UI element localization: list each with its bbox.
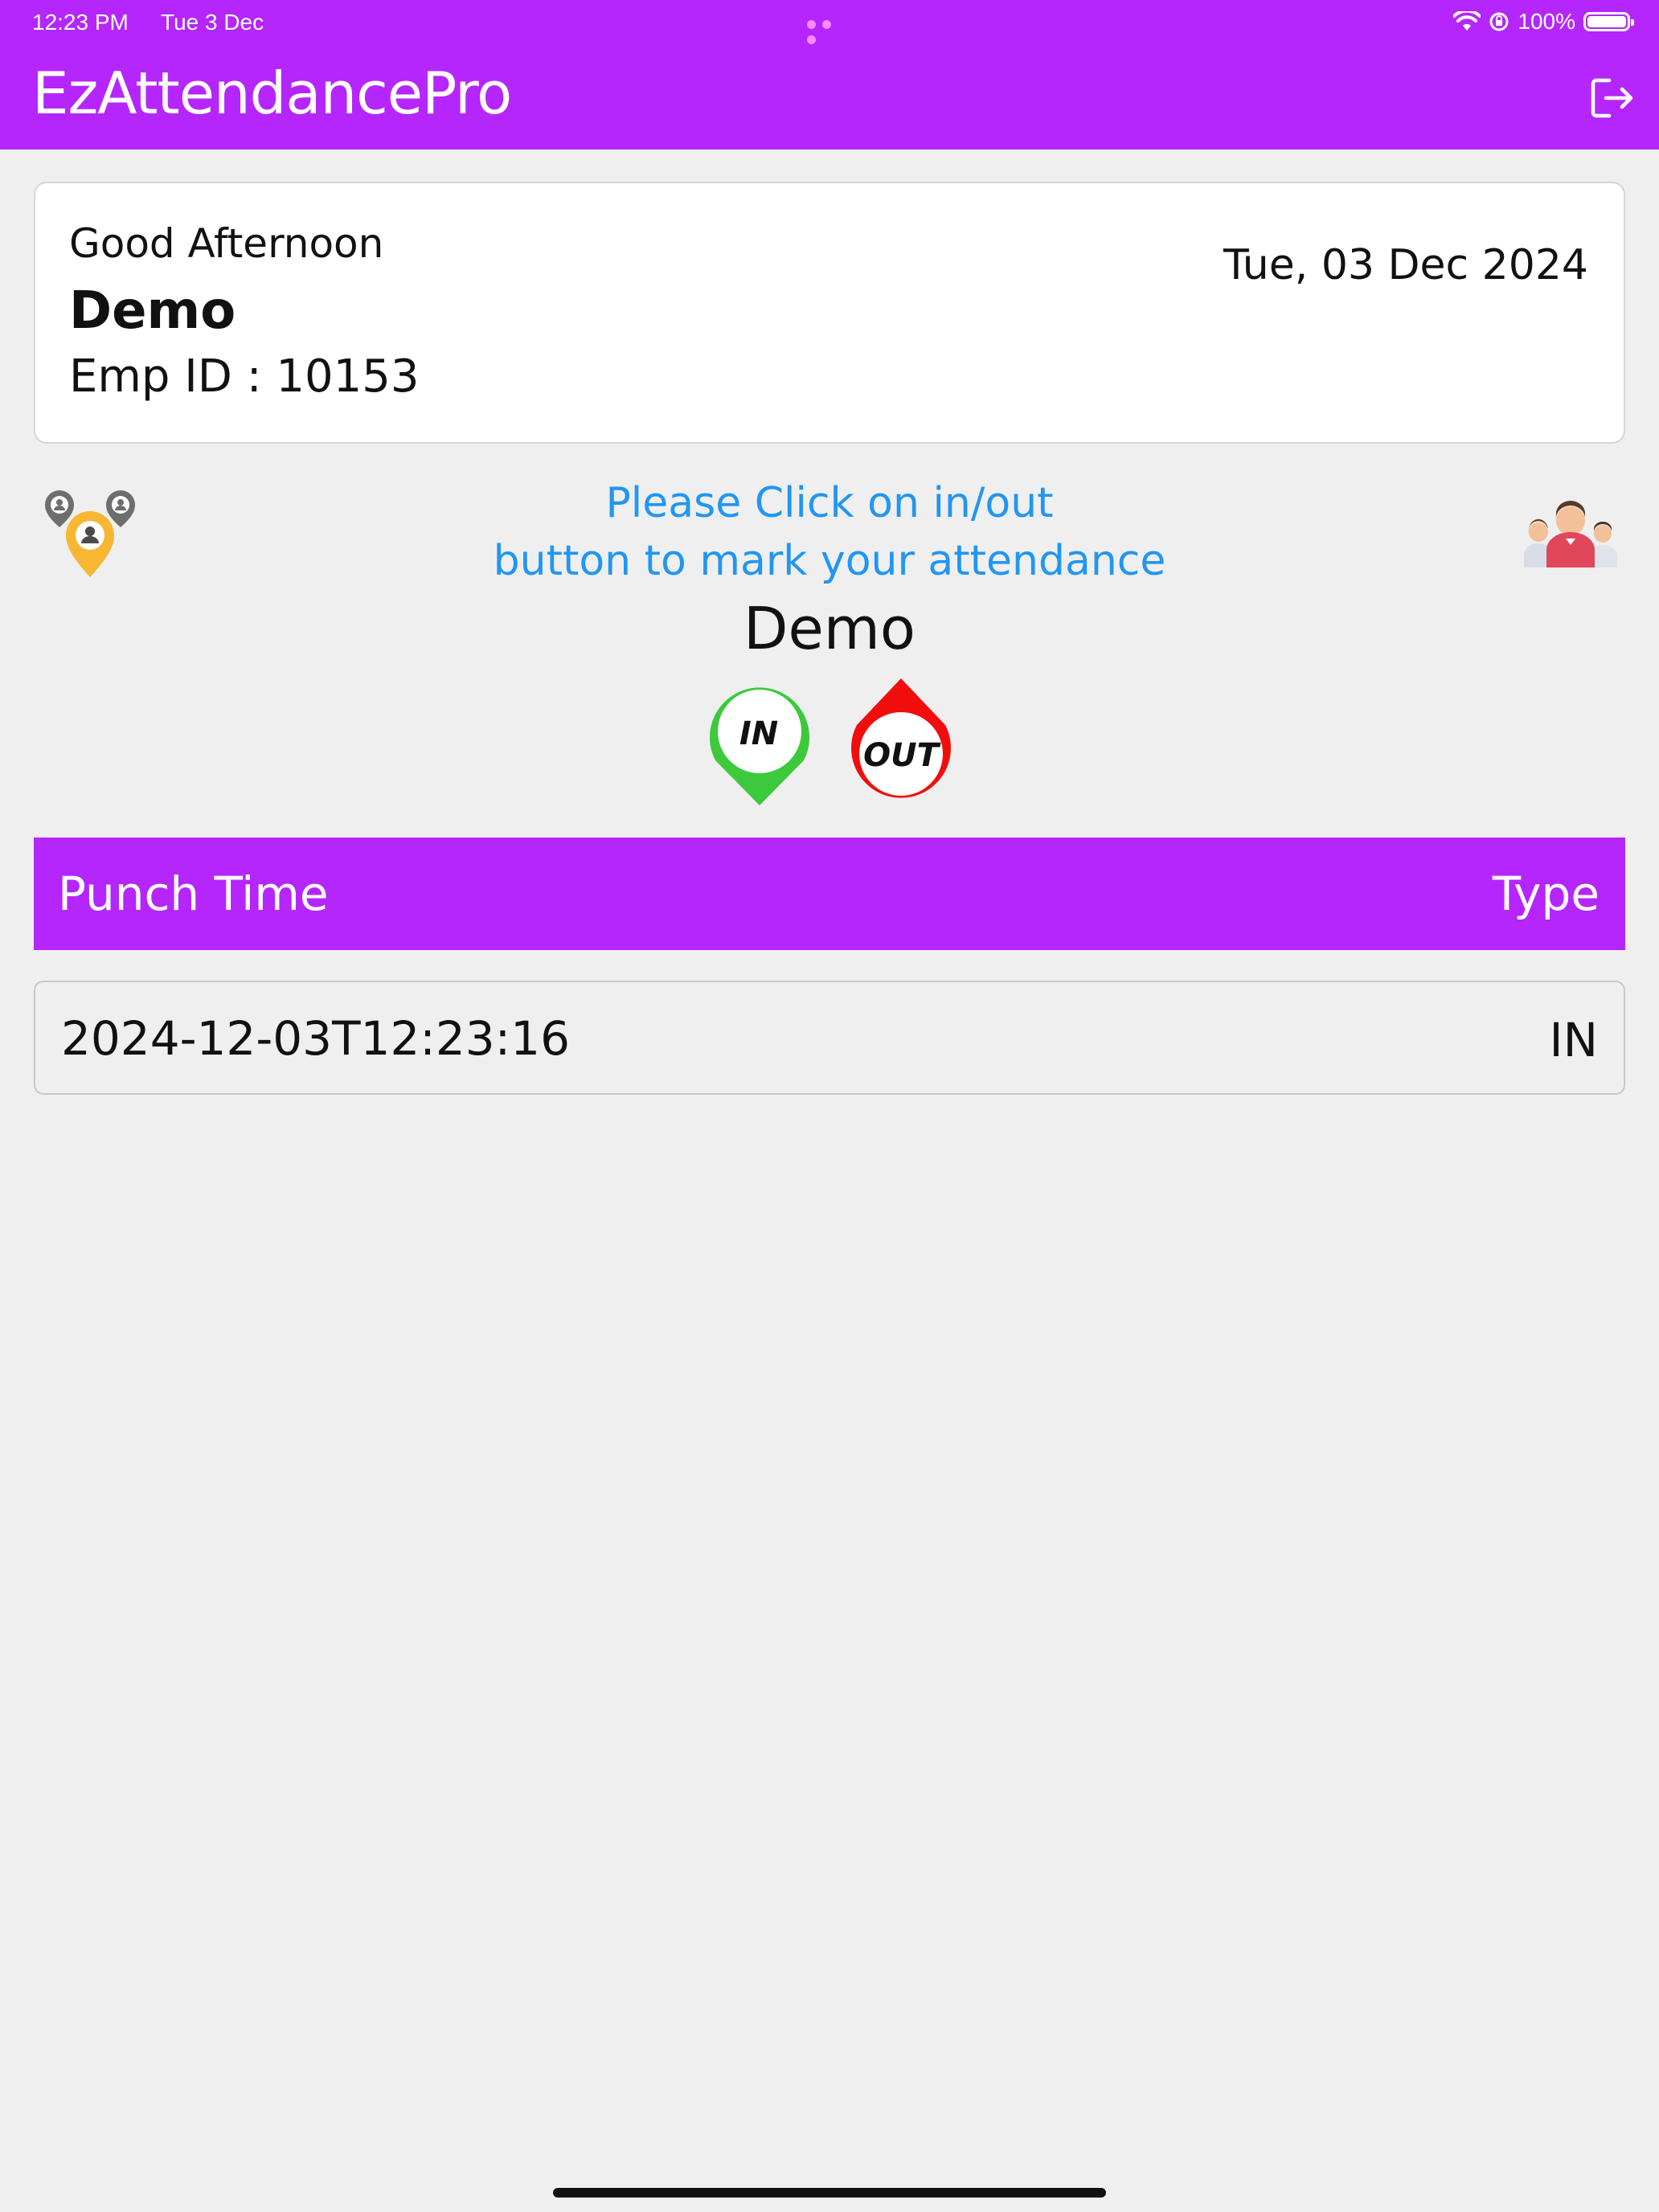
punch-table-header: Punch Time Type xyxy=(34,838,1625,950)
map-pin-in-icon: IN xyxy=(710,687,809,805)
app-header: 12:23 PM Tue 3 Dec 100% EzAttendancePro xyxy=(0,0,1659,150)
user-name-label: Demo xyxy=(743,595,916,662)
battery-icon xyxy=(1583,12,1634,31)
team-people-icon[interactable] xyxy=(1522,498,1619,567)
status-right-group: 100% xyxy=(1453,8,1634,35)
greeting-card: Good Afternoon Demo Emp ID : 10153 Tue, … xyxy=(34,182,1625,444)
logout-icon[interactable] xyxy=(1590,77,1635,119)
app-title: EzAttendancePro xyxy=(32,59,512,127)
multitasking-dots-icon[interactable] xyxy=(807,17,852,44)
punch-in-label: IN xyxy=(739,715,778,752)
punch-out-label: OUT xyxy=(863,737,940,774)
status-date: Tue 3 Dec xyxy=(161,10,264,35)
table-row[interactable]: 2024-12-03T12:23:16 IN xyxy=(34,981,1625,1095)
greeting-text: Good Afternoon xyxy=(69,220,384,267)
instructions-line-2: button to mark your attendance xyxy=(493,537,1166,585)
status-time: 12:23 PM xyxy=(32,10,129,35)
column-header-punch-time: Punch Time xyxy=(58,866,329,921)
wifi-icon xyxy=(1453,11,1481,31)
punch-time-cell: 2024-12-03T12:23:16 xyxy=(61,1011,570,1066)
punch-type-cell: IN xyxy=(1549,1013,1599,1067)
punch-out-button[interactable]: OUT xyxy=(841,677,961,809)
punch-in-button[interactable]: IN xyxy=(699,677,820,809)
column-header-type: Type xyxy=(1492,866,1600,921)
instructions-text: Please Click on in/out button to mark yo… xyxy=(322,474,1337,590)
orientation-lock-icon xyxy=(1489,12,1509,31)
current-date: Tue, 03 Dec 2024 xyxy=(1223,241,1588,289)
employee-name: Demo xyxy=(69,281,236,341)
location-pins-icon[interactable] xyxy=(40,487,140,579)
employee-id: Emp ID : 10153 xyxy=(69,350,420,403)
map-pin-out-icon: OUT xyxy=(851,678,951,798)
home-indicator[interactable] xyxy=(553,2188,1106,2198)
instructions-line-1: Please Click on in/out xyxy=(605,479,1054,527)
battery-percentage: 100% xyxy=(1518,9,1575,34)
